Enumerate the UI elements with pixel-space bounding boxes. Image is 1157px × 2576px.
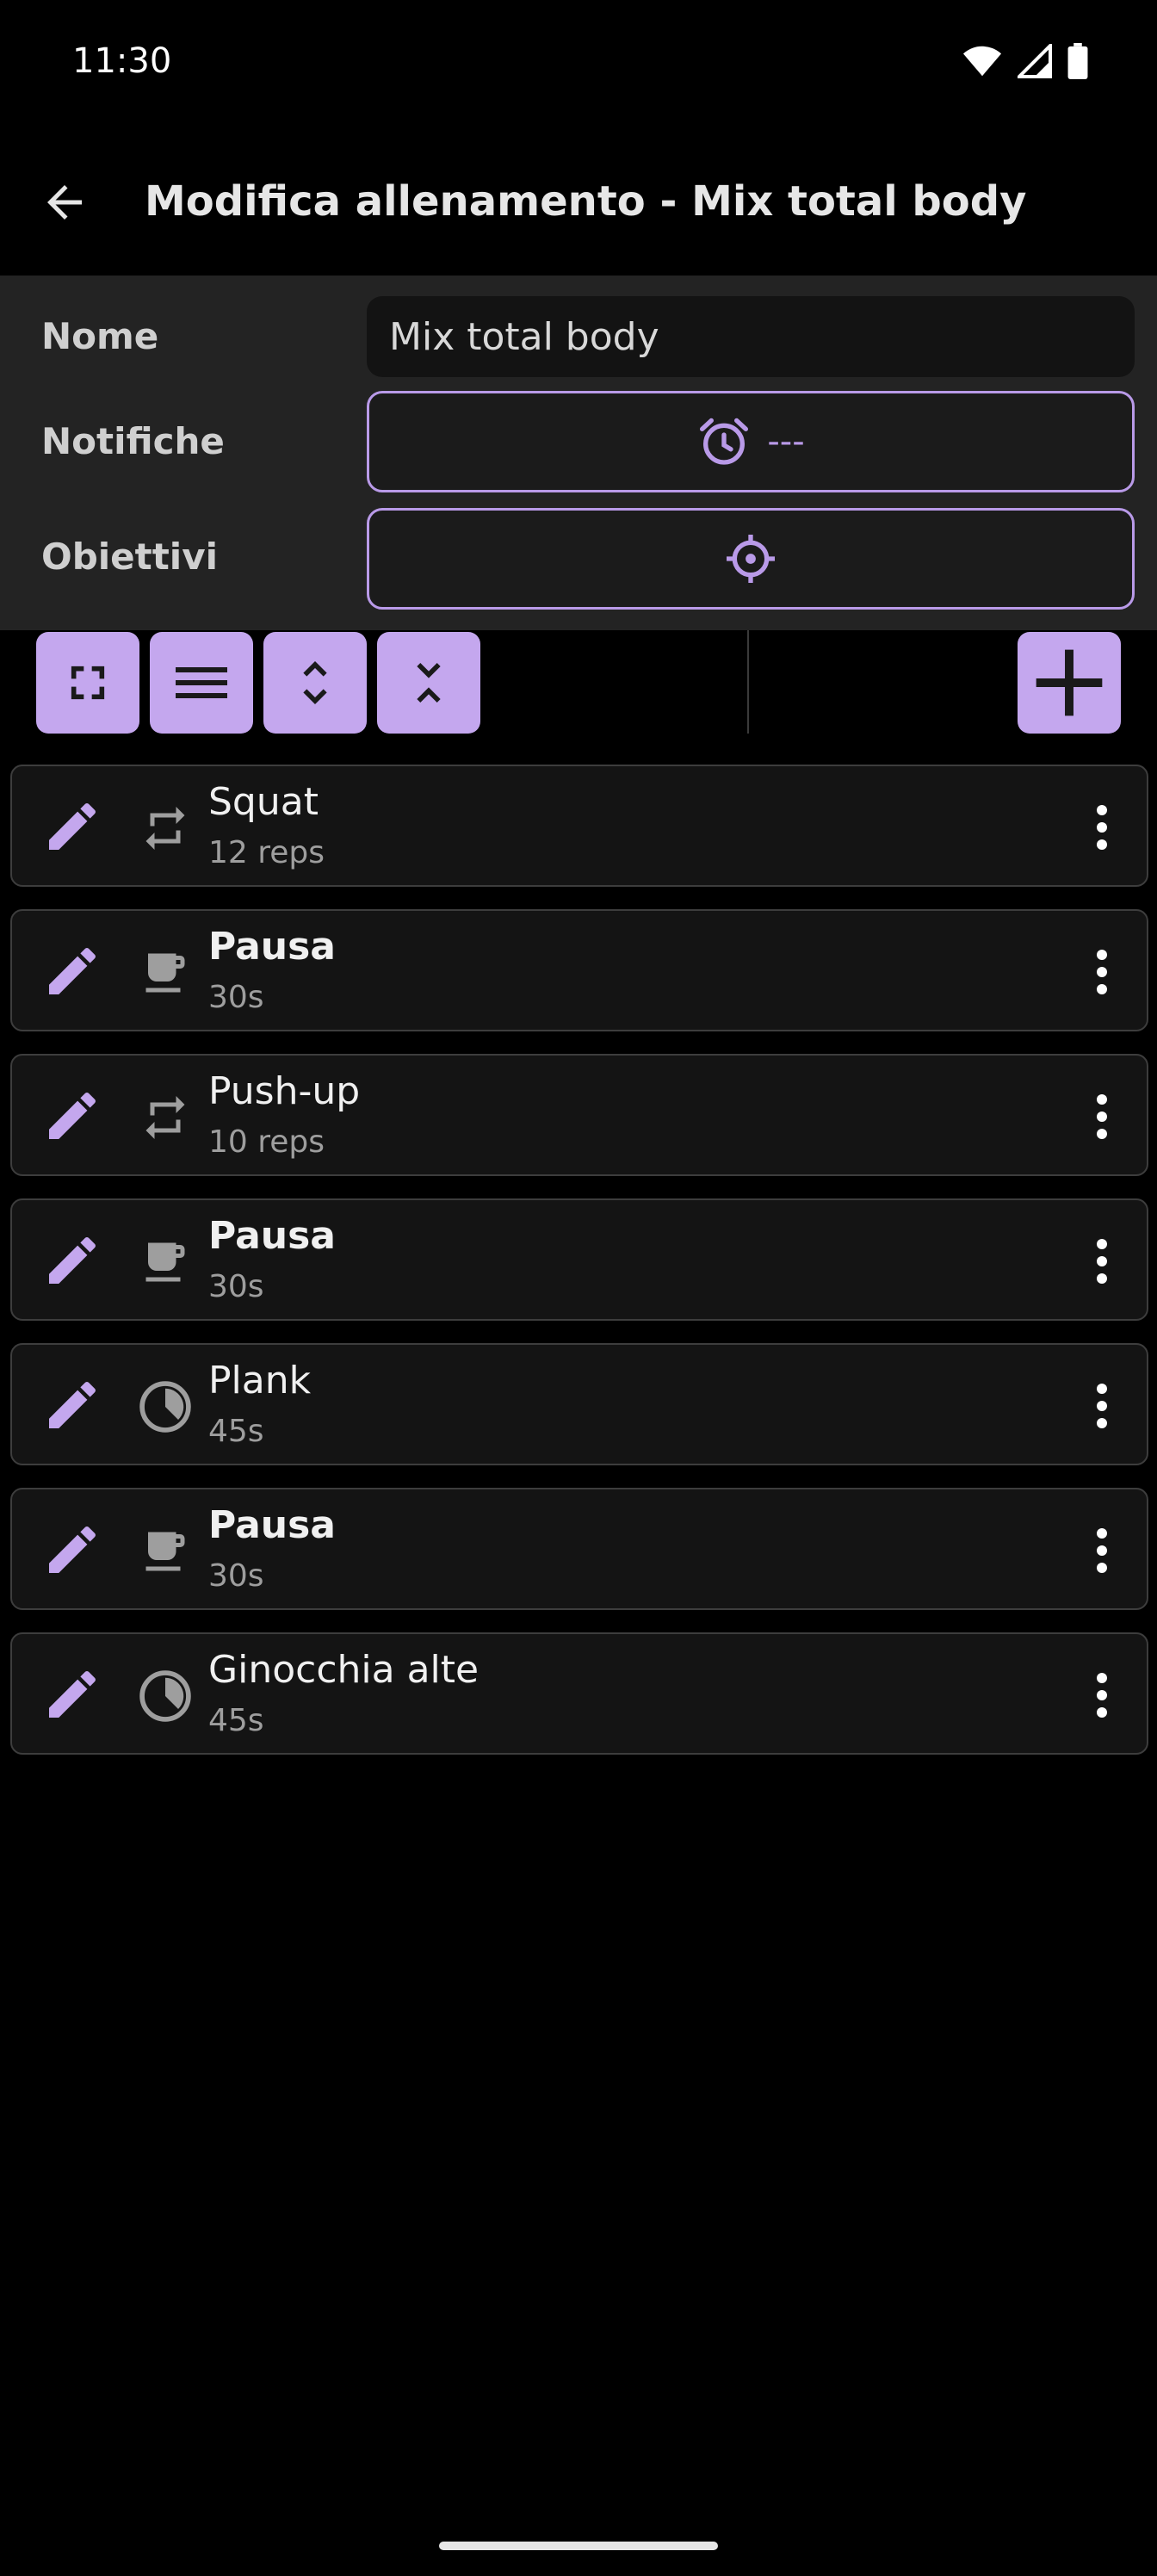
list-view-button[interactable] xyxy=(150,632,253,734)
pencil-icon xyxy=(49,1381,96,1428)
edit-button[interactable] xyxy=(40,1228,105,1293)
more-vert-icon xyxy=(1097,805,1107,850)
exercise-detail: 30s xyxy=(208,1558,264,1594)
more-options-button[interactable] xyxy=(1076,1080,1128,1154)
exercise-name: Pausa xyxy=(208,1214,336,1258)
list-item: Pausa 30s xyxy=(10,1488,1148,1610)
pencil-icon xyxy=(49,1092,96,1139)
list-item: Push-up 10 reps xyxy=(10,1054,1148,1176)
exercise-name: Pausa xyxy=(208,925,336,969)
name-label: Nome xyxy=(41,315,159,357)
pencil-icon xyxy=(49,802,96,850)
toolbar-divider xyxy=(747,630,749,734)
home-indicator[interactable] xyxy=(439,2542,718,2550)
back-button[interactable] xyxy=(26,155,103,250)
name-input[interactable]: Mix total body xyxy=(367,296,1135,377)
list-toolbar xyxy=(0,630,1157,734)
list-item: Pausa 30s xyxy=(10,909,1148,1031)
repeat-icon xyxy=(133,1085,198,1150)
crosshair-icon xyxy=(727,535,775,583)
pencil-icon xyxy=(49,1526,96,1573)
pencil-icon xyxy=(49,947,96,994)
timer-pie-icon xyxy=(133,1663,198,1729)
pencil-icon xyxy=(49,1236,96,1284)
unfold-more-icon xyxy=(303,661,327,704)
exercise-detail: 45s xyxy=(208,1703,264,1738)
alarm-clock-icon xyxy=(700,418,749,465)
edit-button[interactable] xyxy=(40,1517,105,1582)
more-vert-icon xyxy=(1097,1239,1107,1284)
edit-button[interactable] xyxy=(40,1083,105,1149)
more-options-button[interactable] xyxy=(1076,1369,1128,1443)
coffee-cup-icon xyxy=(133,1519,198,1584)
coffee-cup-icon xyxy=(133,1229,198,1295)
more-vert-icon xyxy=(1097,1384,1107,1428)
list-item: Plank 45s xyxy=(10,1343,1148,1465)
battery-icon xyxy=(1067,43,1088,79)
status-bar: 11:30 xyxy=(0,0,1157,129)
more-options-button[interactable] xyxy=(1076,1658,1128,1732)
edit-button[interactable] xyxy=(40,1662,105,1727)
exercise-detail: 12 reps xyxy=(208,835,325,870)
timer-pie-icon xyxy=(133,1374,198,1440)
plus-icon xyxy=(1036,649,1103,716)
more-vert-icon xyxy=(1097,950,1107,994)
more-vert-icon xyxy=(1097,1528,1107,1573)
edit-button[interactable] xyxy=(40,1372,105,1438)
exercise-detail: 30s xyxy=(208,980,264,1015)
notifications-value: --- xyxy=(767,422,805,461)
signal-icon xyxy=(1018,44,1052,78)
edit-button[interactable] xyxy=(40,794,105,859)
more-options-button[interactable] xyxy=(1076,1224,1128,1298)
more-options-button[interactable] xyxy=(1076,790,1128,864)
app-bar: Modifica allenamento - Mix total body xyxy=(0,129,1157,276)
exercise-name: Plank xyxy=(208,1359,312,1403)
more-vert-icon xyxy=(1097,1094,1107,1139)
exercise-name: Ginocchia alte xyxy=(208,1648,480,1692)
list-item: Squat 12 reps xyxy=(10,765,1148,887)
exercise-detail: 45s xyxy=(208,1414,264,1449)
workout-form: Nome Mix total body Notifiche --- Obiett… xyxy=(0,276,1157,630)
status-icons xyxy=(962,43,1088,79)
goals-label: Obiettivi xyxy=(41,536,218,578)
exercise-name: Pausa xyxy=(208,1503,336,1547)
menu-lines-icon xyxy=(176,667,227,698)
exercise-detail: 30s xyxy=(208,1269,264,1304)
list-item: Pausa 30s xyxy=(10,1198,1148,1321)
add-exercise-button[interactable] xyxy=(1018,632,1121,734)
expand-all-button[interactable] xyxy=(263,632,367,734)
notifications-button[interactable]: --- xyxy=(367,391,1135,492)
arrow-back-icon xyxy=(47,185,82,220)
unfold-less-icon xyxy=(417,663,441,703)
notifications-label: Notifiche xyxy=(41,420,225,462)
more-vert-icon xyxy=(1097,1673,1107,1718)
collapse-all-button[interactable] xyxy=(377,632,480,734)
list-item: Ginocchia alte 45s xyxy=(10,1632,1148,1755)
fullscreen-icon xyxy=(71,666,105,700)
status-time: 11:30 xyxy=(72,41,172,81)
page-title: Modifica allenamento - Mix total body xyxy=(145,177,1027,226)
exercise-detail: 10 reps xyxy=(208,1124,325,1160)
more-options-button[interactable] xyxy=(1076,935,1128,1009)
exercise-name: Push-up xyxy=(208,1069,361,1113)
more-options-button[interactable] xyxy=(1076,1514,1128,1588)
edit-button[interactable] xyxy=(40,938,105,1004)
wifi-icon xyxy=(962,46,1002,77)
coffee-cup-icon xyxy=(133,940,198,1006)
repeat-icon xyxy=(133,796,198,861)
goals-button[interactable] xyxy=(367,508,1135,610)
exercise-name: Squat xyxy=(208,780,319,824)
fullscreen-button[interactable] xyxy=(36,632,139,734)
name-input-value: Mix total body xyxy=(389,314,659,359)
pencil-icon xyxy=(49,1670,96,1718)
